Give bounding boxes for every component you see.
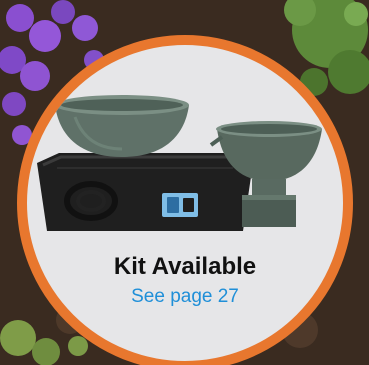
product-badge-graphic: Kit Available See page 27 <box>0 0 369 365</box>
kit-badge: Kit Available See page 27 <box>17 35 353 365</box>
pump-box <box>162 193 198 217</box>
left-stone-bowl <box>55 95 189 157</box>
see-page-link[interactable]: See page 27 <box>27 285 343 309</box>
kit-available-title: Kit Available <box>113 253 257 280</box>
right-pedestal <box>242 179 296 227</box>
fountain-kit-illustration <box>37 95 322 231</box>
